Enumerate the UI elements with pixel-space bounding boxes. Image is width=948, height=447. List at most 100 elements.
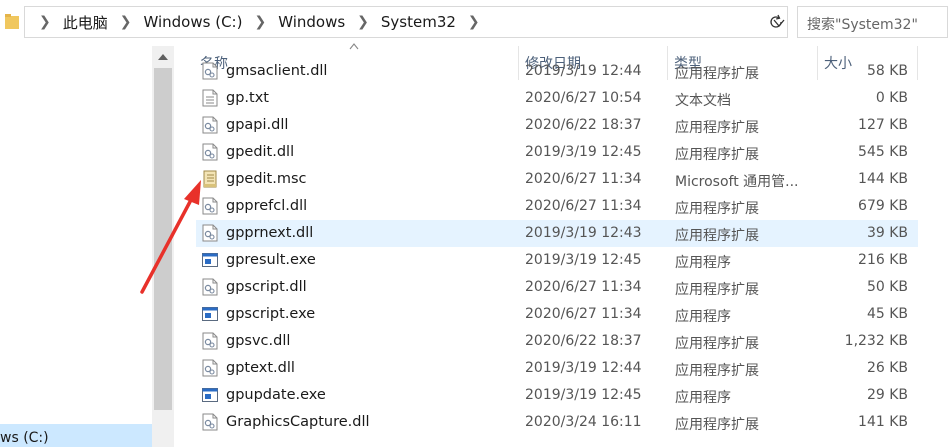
breadcrumb-windows[interactable]: Windows — [278, 13, 345, 31]
file-date: 2019/3/19 12:45 — [525, 144, 642, 160]
file-name: gp.txt — [226, 90, 269, 106]
file-date: 2019/3/19 12:45 — [525, 387, 642, 403]
breadcrumb-system32[interactable]: System32 — [381, 13, 456, 31]
dll-icon — [202, 332, 218, 350]
file-row[interactable]: gpscript.dll 2020/6/27 11:34 应用程序扩展 50 KB — [196, 274, 918, 301]
file-row[interactable]: gpupdate.exe 2019/3/19 12:45 应用程序 29 KB — [196, 382, 918, 409]
file-size: 1,232 KB — [844, 333, 908, 349]
file-row[interactable]: GraphicsCapture.dll 2020/3/24 16:11 应用程序扩展… — [196, 409, 918, 436]
file-name: gpupdate.exe — [226, 387, 326, 403]
address-bar-area: ❯ 此电脑 ❯ Windows (C:) ❯ Windows ❯ System3… — [0, 0, 948, 46]
exe-icon — [202, 386, 218, 404]
dll-icon — [202, 359, 218, 377]
file-type: 应用程序 — [675, 255, 731, 271]
file-date: 2020/6/22 18:37 — [525, 333, 642, 349]
file-size: 29 KB — [866, 387, 908, 403]
file-date: 2020/6/27 11:34 — [525, 198, 642, 214]
file-type: 应用程序 — [675, 390, 731, 406]
file-size: 58 KB — [866, 63, 908, 79]
exe-icon — [202, 251, 218, 269]
chevron-right-icon[interactable]: ❯ — [254, 14, 266, 30]
file-size: 127 KB — [858, 117, 908, 133]
navigation-pane[interactable] — [0, 46, 152, 447]
file-size: 39 KB — [866, 225, 908, 241]
file-size: 679 KB — [858, 198, 908, 214]
breadcrumb-this-pc[interactable]: 此电脑 — [63, 12, 108, 33]
file-list[interactable]: gmsaclient.dll 2019/3/19 12:44 应用程序扩展 58 KB… — [196, 62, 918, 447]
dll-icon — [202, 413, 218, 431]
file-type: 应用程序扩展 — [675, 66, 759, 82]
file-name: gpscript.exe — [226, 306, 316, 322]
file-type: 应用程序扩展 — [675, 282, 759, 298]
nav-scrollbar-thumb[interactable] — [154, 68, 172, 410]
refresh-icon — [770, 14, 782, 28]
file-date: 2020/6/27 11:34 — [525, 279, 642, 295]
address-box[interactable]: ❯ 此电脑 ❯ Windows (C:) ❯ Windows ❯ System3… — [24, 6, 788, 38]
file-date: 2020/6/27 11:34 — [525, 306, 642, 322]
chevron-right-icon[interactable]: ❯ — [39, 14, 51, 30]
file-date: 2020/6/22 18:37 — [525, 117, 642, 133]
file-type: 应用程序扩展 — [675, 363, 759, 379]
exe-icon — [202, 305, 218, 323]
file-date: 2020/6/27 10:54 — [525, 90, 642, 106]
file-size: 0 KB — [875, 90, 908, 106]
dll-icon — [202, 116, 218, 134]
file-type: 应用程序扩展 — [675, 228, 759, 244]
file-name: gpedit.msc — [226, 171, 307, 187]
dll-icon — [202, 224, 218, 242]
file-row[interactable]: gpsvc.dll 2020/6/22 18:37 应用程序扩展 1,232 KB — [196, 328, 918, 355]
file-type: Microsoft 通用管... — [675, 174, 799, 190]
file-size: 141 KB — [858, 414, 908, 430]
chevron-right-icon[interactable]: ❯ — [120, 14, 132, 30]
chevron-right-icon[interactable]: ❯ — [468, 14, 480, 30]
scroll-up-arrow-icon[interactable] — [157, 52, 169, 62]
breadcrumb: ❯ 此电脑 ❯ Windows (C:) ❯ Windows ❯ System3… — [33, 7, 492, 37]
folder-icon — [5, 14, 19, 29]
file-date: 2019/3/19 12:43 — [525, 225, 642, 241]
dll-icon — [202, 197, 218, 215]
file-name: gpprnext.dll — [226, 225, 314, 241]
msc-icon — [202, 170, 218, 188]
file-type: 应用程序扩展 — [675, 147, 759, 163]
file-name: gptext.dll — [226, 360, 295, 376]
file-size: 26 KB — [866, 360, 908, 376]
file-type: 文本文档 — [675, 93, 731, 109]
file-row[interactable]: gpedit.dll 2019/3/19 12:45 应用程序扩展 545 KB — [196, 139, 918, 166]
dll-icon — [202, 62, 218, 80]
file-date: 2020/6/27 11:34 — [525, 171, 642, 187]
file-row[interactable]: gpprnext.dll 2019/3/19 12:43 应用程序扩展 39 KB — [196, 220, 918, 247]
nav-item-drive-c-label: ws (C:) — [0, 430, 49, 446]
file-row[interactable]: gpresult.exe 2019/3/19 12:45 应用程序 216 KB — [196, 247, 918, 274]
refresh-button[interactable] — [764, 6, 788, 38]
file-date: 2020/3/24 16:11 — [525, 414, 642, 430]
file-type: 应用程序扩展 — [675, 336, 759, 352]
file-name: gpedit.dll — [226, 144, 295, 160]
file-type: 应用程序 — [675, 309, 731, 325]
file-name: GraphicsCapture.dll — [226, 414, 370, 430]
file-date: 2019/3/19 12:45 — [525, 252, 642, 268]
file-name: gpprefcl.dll — [226, 198, 308, 214]
search-input[interactable]: 搜索"System32" — [797, 6, 948, 38]
file-size: 45 KB — [866, 306, 908, 322]
file-row[interactable]: gmsaclient.dll 2019/3/19 12:44 应用程序扩展 58 KB — [196, 62, 918, 85]
file-row[interactable]: gp.txt 2020/6/27 10:54 文本文档 0 KB — [196, 85, 918, 112]
file-row[interactable]: gpscript.exe 2020/6/27 11:34 应用程序 45 KB — [196, 301, 918, 328]
file-row[interactable]: gpedit.msc 2020/6/27 11:34 Microsoft 通用管..… — [196, 166, 918, 193]
file-date: 2019/3/19 12:44 — [525, 63, 642, 79]
file-name: gpscript.dll — [226, 279, 307, 295]
chevron-right-icon[interactable]: ❯ — [357, 14, 369, 30]
file-size: 50 KB — [866, 279, 908, 295]
file-row[interactable]: gpprefcl.dll 2020/6/27 11:34 应用程序扩展 679 KB — [196, 193, 918, 220]
text-file-icon — [202, 89, 218, 107]
file-name: gmsaclient.dll — [226, 63, 328, 79]
breadcrumb-drive-c[interactable]: Windows (C:) — [143, 13, 242, 31]
file-size: 216 KB — [858, 252, 908, 268]
file-type: 应用程序扩展 — [675, 417, 759, 433]
file-type: 应用程序扩展 — [675, 120, 759, 136]
search-placeholder: 搜索"System32" — [807, 17, 918, 33]
file-row[interactable]: gpapi.dll 2020/6/22 18:37 应用程序扩展 127 KB — [196, 112, 918, 139]
dll-icon — [202, 143, 218, 161]
sort-ascending-icon — [349, 43, 359, 50]
file-list-scrollbar[interactable] — [926, 46, 948, 447]
file-row[interactable]: gptext.dll 2019/3/19 12:44 应用程序扩展 26 KB — [196, 355, 918, 382]
